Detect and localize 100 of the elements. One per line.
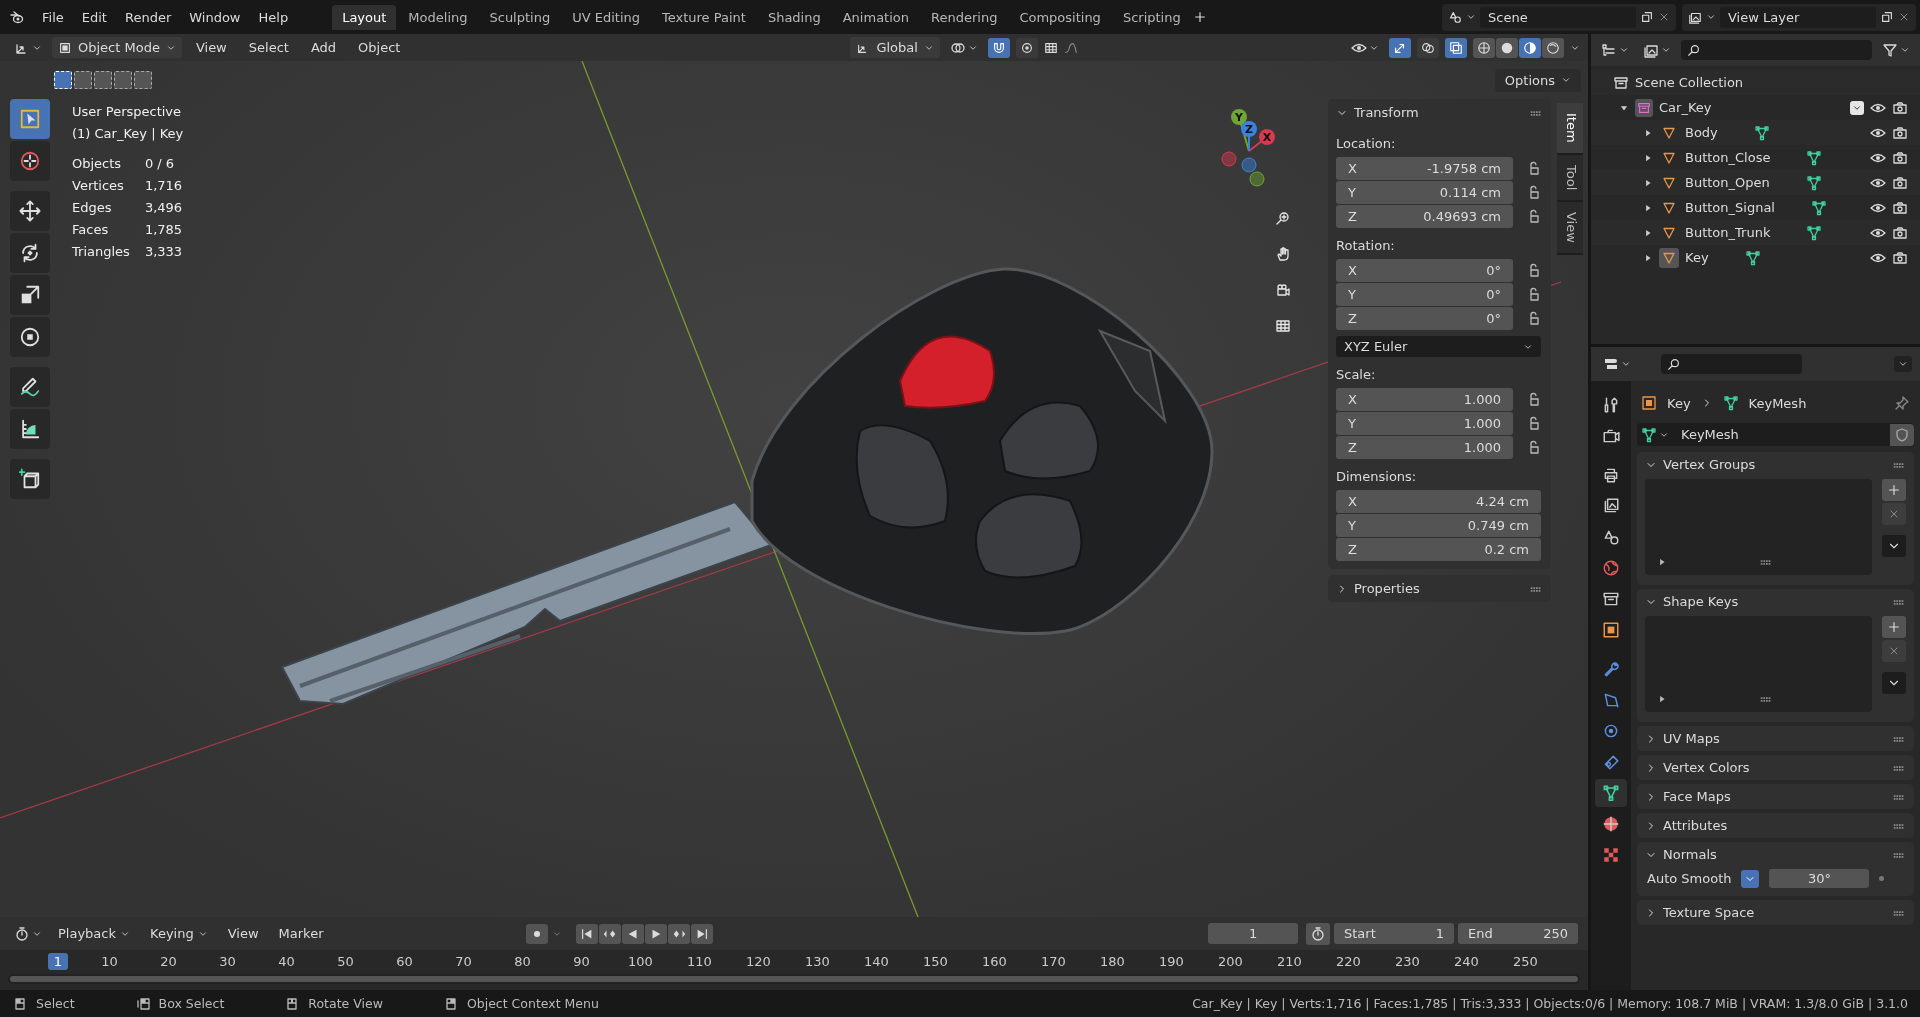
current-frame-field[interactable]: 1 — [1208, 923, 1298, 944]
start-frame-field[interactable]: Start 1 — [1334, 923, 1454, 944]
workspace-tab[interactable]: Scripting — [1112, 4, 1191, 30]
tree-item[interactable]: Button_Open — [1685, 175, 1770, 190]
menu-item[interactable]: File — [34, 5, 72, 29]
number-field[interactable]: Z 0.2 cm — [1336, 538, 1541, 561]
tree-item[interactable]: Scene Collection — [1635, 75, 1744, 90]
sidebar-tab[interactable]: Item — [1557, 103, 1583, 153]
panel-title[interactable]: Transform — [1354, 105, 1523, 120]
menu-item[interactable]: Render — [116, 5, 180, 29]
tree-item[interactable]: Body — [1685, 125, 1718, 140]
view-layer-name[interactable]: View Layer — [1720, 6, 1876, 28]
workspace-tab[interactable]: Shading — [757, 4, 831, 30]
number-field[interactable]: X 4.24 cm — [1336, 490, 1541, 513]
frame-number: 70 — [454, 952, 473, 970]
view-layer-selector[interactable]: View Layer — [1682, 3, 1916, 31]
number-field[interactable]: X -1.9758 cm — [1336, 157, 1513, 180]
axis-ball[interactable]: Y — [1231, 109, 1247, 125]
number-field[interactable]: X 0° — [1336, 259, 1513, 282]
menu-item[interactable]: Help — [250, 5, 297, 29]
group-label: Scale: — [1336, 367, 1377, 382]
axis-ball[interactable]: Z — [1241, 121, 1257, 137]
stat-value: 0 / 6 — [144, 155, 176, 173]
workspace-tab[interactable]: Rendering — [921, 4, 1008, 30]
frame-number: 10 — [100, 952, 119, 970]
panel-title[interactable]: Vertex Groups — [1663, 457, 1886, 472]
stat-value: 1,785 — [144, 221, 184, 239]
view-title: User Perspective — [72, 103, 183, 121]
group-label: Rotation: — [1336, 238, 1396, 253]
angle-field[interactable]: 30° — [1769, 869, 1870, 888]
options-dropdown[interactable]: Options — [1494, 68, 1581, 92]
tree-item[interactable]: Button_Signal — [1685, 200, 1775, 215]
menu-item[interactable]: View — [187, 36, 235, 59]
end-frame-field[interactable]: End 250 — [1458, 923, 1578, 944]
menu-item[interactable]: Object — [350, 36, 409, 59]
status-hint: Box Select — [158, 996, 225, 1011]
tree-item[interactable]: Key — [1685, 250, 1709, 265]
menu-item[interactable]: Keying — [142, 922, 216, 945]
workspace-tab[interactable]: Compositing — [1009, 4, 1111, 30]
stat-label: Objects — [72, 155, 123, 173]
tree-item[interactable]: Car_Key — [1659, 100, 1712, 115]
frame-number: 140 — [863, 952, 890, 970]
workspace-tab[interactable]: Layout — [332, 4, 397, 30]
tree-item[interactable]: Button_Trunk — [1685, 225, 1771, 240]
scene-statistics: Car_Key | Key | Verts:1,716 | Faces:1,785 | Tris:3,333 | Objects:0/6 | Memory: 108.7 MiB | VRAM: 1.3/8.0 GiB | 3.1.0 — [1192, 996, 1908, 1011]
workspace-tab[interactable]: Modeling — [398, 4, 478, 30]
number-field[interactable]: Y 0.749 cm — [1336, 514, 1541, 537]
menu-item[interactable]: Playback — [50, 922, 138, 945]
axis-ball[interactable]: X — [1259, 129, 1275, 145]
stat-label: Faces — [72, 221, 110, 239]
scene-name[interactable]: Scene — [1480, 6, 1636, 28]
scene-selector[interactable]: Scene — [1442, 3, 1676, 31]
number-field[interactable]: Z 1.000 — [1336, 436, 1513, 459]
workspace-tab[interactable]: UV Editing — [562, 4, 650, 30]
panel-title[interactable]: Shape Keys — [1663, 594, 1886, 609]
stat-label: Vertices — [72, 177, 125, 195]
stat-value: 3,496 — [144, 199, 184, 217]
stat-label: Triangles — [72, 243, 131, 261]
frame-number: 250 — [1512, 952, 1539, 970]
frame-number: 160 — [981, 952, 1008, 970]
sidebar-tab[interactable]: Tool — [1557, 154, 1583, 200]
menu-item[interactable]: Edit — [73, 5, 115, 29]
frame-number: 150 — [922, 952, 949, 970]
number-field[interactable]: Y 0.114 cm — [1336, 181, 1513, 204]
group-label: Dimensions: — [1336, 469, 1418, 484]
orientation-label: Global — [876, 40, 918, 55]
menu-item[interactable]: Window — [181, 5, 249, 29]
option-label: Auto Smooth — [1647, 871, 1732, 886]
workspace-tab[interactable]: Sculpting — [479, 4, 561, 30]
number-field[interactable]: X 1.000 — [1336, 388, 1513, 411]
orientation-dropdown[interactable]: Global — [850, 37, 940, 58]
status-hint: Select — [36, 996, 75, 1011]
frame-number: 200 — [1217, 952, 1244, 970]
menu-item[interactable]: View — [219, 922, 267, 945]
frame-number: 60 — [395, 952, 414, 970]
menu-item[interactable]: Marker — [270, 922, 332, 945]
workspace-tab[interactable]: Animation — [832, 4, 919, 30]
group-label: Location: — [1336, 136, 1397, 151]
status-hint: Rotate View — [308, 996, 383, 1011]
breadcrumb-item[interactable]: Key — [1667, 395, 1691, 411]
stat-value: 3,333 — [144, 243, 184, 261]
frame-number: 180 — [1099, 952, 1126, 970]
number-field[interactable]: Y 1.000 — [1336, 412, 1513, 435]
frame-number: 170 — [1040, 952, 1067, 970]
mode-dropdown[interactable]: Object Mode — [52, 37, 182, 58]
frame-number: 40 — [277, 952, 296, 970]
sidebar-tab[interactable]: View — [1557, 201, 1583, 253]
workspace-tab[interactable]: Texture Paint — [652, 4, 756, 30]
panel-title[interactable]: Normals — [1663, 847, 1886, 862]
number-field[interactable]: Z 0° — [1336, 307, 1513, 330]
frame-number: 230 — [1394, 952, 1421, 970]
number-field[interactable]: Z 0.49693 cm — [1336, 205, 1513, 228]
tree-item[interactable]: Button_Close — [1685, 150, 1771, 165]
rotation-mode-dropdown[interactable]: XYZ Euler — [1336, 336, 1541, 357]
frame-number: 80 — [513, 952, 532, 970]
menu-item[interactable]: Add — [302, 36, 345, 59]
menu-item[interactable]: Select — [240, 36, 297, 59]
number-field[interactable]: Y 0° — [1336, 283, 1513, 306]
breadcrumb-item[interactable]: KeyMesh — [1748, 395, 1807, 411]
frame-number: 90 — [572, 952, 591, 970]
